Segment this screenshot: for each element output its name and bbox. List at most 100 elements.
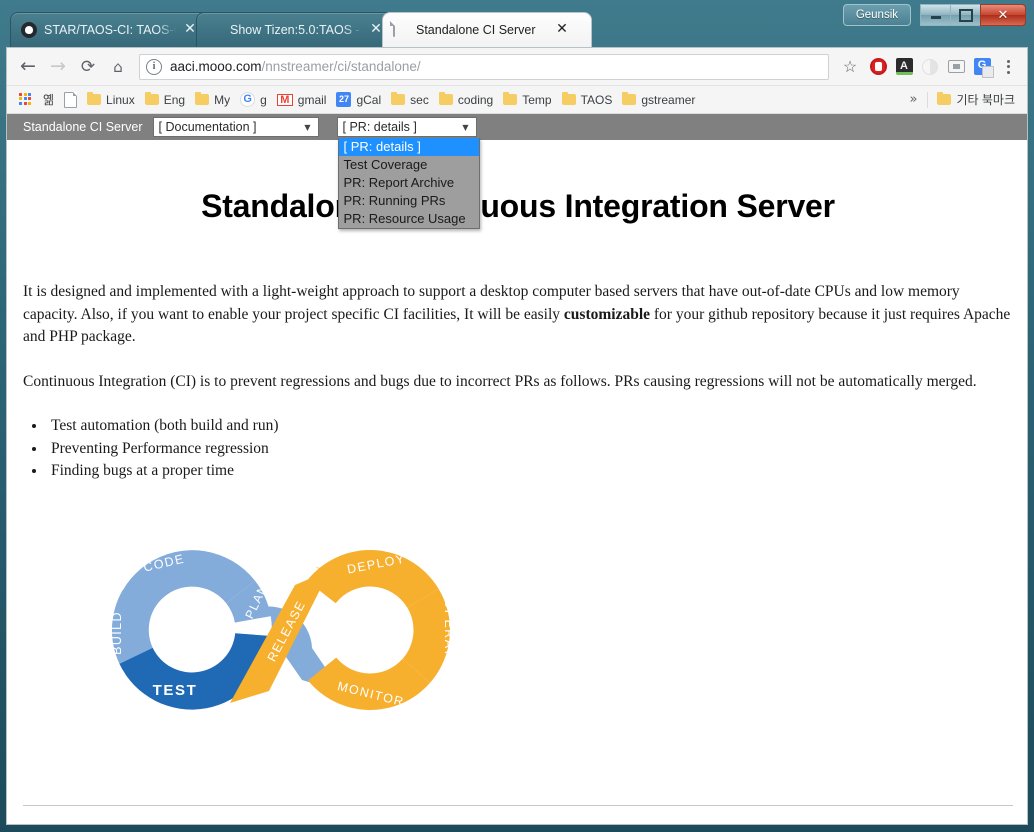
url-host: aaci.mooo.com [170, 59, 262, 74]
folder-icon [195, 91, 210, 105]
browser-toolbar: ← → ⟳ ⌂ i aaci.mooo.com/nnstreamer/ci/st… [7, 48, 1027, 86]
back-button[interactable]: ← [13, 52, 43, 82]
maximize-button[interactable] [950, 4, 981, 26]
chevron-down-icon: ▼ [304, 122, 311, 132]
title-bar: STAR/TAOS-CI: TAOS-CI ✕ Show Tizen:5.0:T… [0, 0, 1034, 48]
intro-paragraph: It is designed and implemented with a li… [23, 281, 1013, 349]
hangul-icon: 옒 [43, 93, 55, 107]
google-icon: G [240, 92, 256, 107]
ci-goals-list: Test automation (both build and run) Pre… [23, 415, 1013, 483]
adblock-icon[interactable] [865, 54, 891, 80]
folder-icon [622, 91, 637, 105]
forward-arrow-icon: → [50, 55, 66, 77]
site-navbar: Standalone CI Server [ Documentation ] ▼… [7, 114, 1027, 229]
segment-label-test: TEST [153, 682, 198, 699]
bookmarks-divider [927, 91, 929, 108]
segment-label-build: BUILD [110, 611, 124, 655]
reload-button[interactable]: ⟳ [73, 52, 103, 82]
folder-icon [503, 91, 518, 105]
bookmark-label: gmail [297, 92, 327, 107]
chevron-down-icon: ▼ [462, 122, 469, 132]
bookmark-label: 기타 북마크 [956, 93, 1015, 107]
home-button[interactable]: ⌂ [103, 52, 133, 82]
list-item: Test automation (both build and run) [47, 415, 1013, 438]
gtrans-letter: G [973, 58, 994, 78]
minimize-button[interactable] [920, 4, 951, 26]
bookmark-folder-gstreamer[interactable]: gstreamer [617, 89, 700, 111]
folder-icon [391, 91, 406, 105]
bookmark-label: Eng [163, 92, 186, 107]
bookmark-folder-taos[interactable]: TAOS [557, 89, 618, 111]
url-path: /nnstreamer/ci/standalone/ [261, 59, 421, 74]
screencast-icon[interactable] [943, 54, 969, 80]
forward-button[interactable]: → [43, 52, 73, 82]
list-item: Finding bugs at a proper time [47, 460, 1013, 483]
user-profile-chip[interactable]: Geunsik [842, 4, 911, 26]
apps-grid-icon[interactable] [14, 89, 38, 111]
tab-title: STAR/TAOS-CI: TAOS-CI [44, 23, 176, 37]
bookmark-label: g [260, 92, 267, 107]
bookmark-hangul-icon[interactable]: 옒 [38, 89, 59, 111]
bookmark-folder-sec[interactable]: sec [386, 89, 434, 111]
tab-close-icon[interactable]: ✕ [554, 22, 570, 38]
bookmark-page-icon[interactable] [59, 89, 82, 111]
bookmark-label: Linux [106, 92, 135, 107]
documentation-select[interactable]: [ Documentation ] ▼ [152, 117, 319, 137]
dropdown-option-pr-report-archive[interactable]: PR: Report Archive [339, 174, 479, 192]
bookmark-folder-temp[interactable]: Temp [498, 89, 556, 111]
bookmark-folder-coding[interactable]: coding [434, 89, 498, 111]
dropdown-option-pr-running-prs[interactable]: PR: Running PRs [339, 192, 479, 210]
close-icon: ✕ [997, 7, 1009, 23]
gray-circle-icon[interactable] [917, 54, 943, 80]
kebab-menu-icon[interactable] [995, 54, 1021, 80]
page-icon [64, 91, 78, 108]
pr-details-dropdown: [ PR: details ] Test Coverage PR: Report… [337, 138, 480, 229]
site-brand[interactable]: Standalone CI Server [7, 120, 153, 134]
web-page: Standalone CI Server [ Documentation ] ▼… [7, 114, 1027, 824]
folder-icon [87, 91, 102, 105]
bookmarks-overflow-icon[interactable]: » [903, 92, 923, 107]
url-text: aaci.mooo.com/nnstreamer/ci/standalone/ [170, 59, 421, 74]
browser-tab-star-taos-ci[interactable]: STAR/TAOS-CI: TAOS-CI ✕ [10, 12, 220, 47]
back-arrow-icon: ← [20, 55, 36, 77]
dropdown-option-pr-details[interactable]: [ PR: details ] [338, 138, 479, 156]
footer-divider [23, 805, 1013, 806]
dropdown-option-pr-resource-usage[interactable]: PR: Resource Usage [339, 210, 479, 228]
bookmark-star-button[interactable]: ☆ [835, 52, 865, 82]
tab-title: Standalone CI Server [416, 23, 536, 37]
google-translate-icon[interactable]: G [969, 54, 995, 80]
opensuse-icon [207, 22, 223, 38]
browser-tab-standalone-ci-server[interactable]: Standalone CI Server ✕ [382, 12, 592, 47]
dark-reader-letter: A [895, 58, 913, 75]
bookmark-label: My [214, 92, 231, 107]
bookmark-folder-my[interactable]: My [190, 89, 235, 111]
document-icon [393, 21, 409, 38]
bookmark-gmail[interactable]: gmail [272, 89, 332, 111]
bookmark-label: Temp [522, 92, 552, 107]
browser-chrome: ← → ⟳ ⌂ i aaci.mooo.com/nnstreamer/ci/st… [6, 47, 1028, 825]
calendar-icon: 27 [336, 92, 352, 107]
bookmark-folder-eng[interactable]: Eng [140, 89, 190, 111]
pr-details-select-value: [ PR: details ] [342, 120, 417, 134]
browser-window: STAR/TAOS-CI: TAOS-CI ✕ Show Tizen:5.0:T… [0, 0, 1034, 832]
bookmark-label: TAOS [580, 92, 613, 107]
devops-infinity-loop: CODE BUILD TEST PLAN RELEASE DEPLOY OPER… [87, 523, 1013, 743]
ci-description-paragraph: Continuous Integration (CI) is to preven… [23, 372, 977, 390]
bookmarks-bar: 옒 Linux Eng My G g gmail [7, 86, 1027, 114]
dark-reader-icon[interactable]: A [891, 54, 917, 80]
bookmark-label: sec [410, 92, 429, 107]
bookmark-google[interactable]: G g [235, 89, 272, 111]
bookmark-gcal[interactable]: 27 gCal [331, 89, 386, 111]
address-bar[interactable]: i aaci.mooo.com/nnstreamer/ci/standalone… [139, 53, 829, 80]
close-button[interactable]: ✕ [980, 4, 1026, 26]
tab-title: Show Tizen:5.0:TAOS - N [230, 23, 362, 37]
browser-tab-show-tizen[interactable]: Show Tizen:5.0:TAOS - N ✕ [196, 12, 406, 47]
home-icon: ⌂ [113, 57, 123, 76]
site-info-icon[interactable]: i [146, 58, 162, 75]
window-controls: Geunsik ✕ [842, 4, 1026, 26]
bookmark-folder-other[interactable]: 기타 북마크 [932, 89, 1020, 111]
dropdown-option-test-coverage[interactable]: Test Coverage [339, 156, 479, 174]
bookmark-folder-linux[interactable]: Linux [82, 89, 140, 111]
pr-details-select[interactable]: [ PR: details ] ▼ [ PR: details ] Test C… [336, 117, 480, 229]
reload-icon: ⟳ [80, 56, 96, 77]
